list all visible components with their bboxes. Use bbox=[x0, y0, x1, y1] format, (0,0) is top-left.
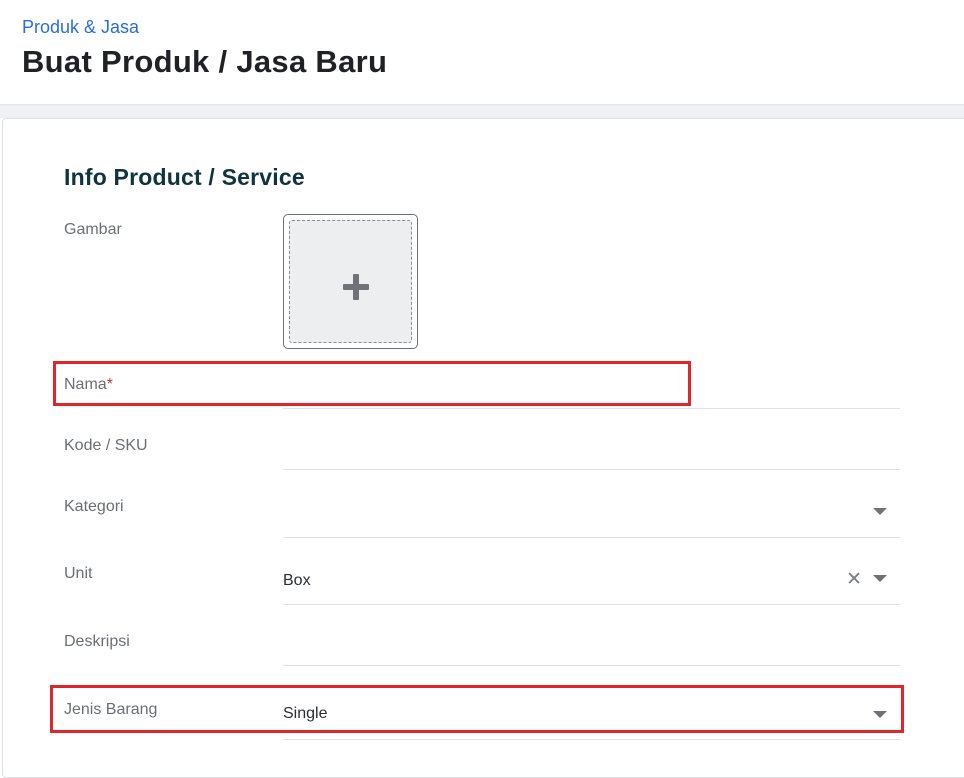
gambar-label: Gambar bbox=[64, 221, 122, 238]
unit-value: Box bbox=[283, 572, 311, 589]
kategori-label: Kategori bbox=[64, 498, 124, 515]
deskripsi-label: Deskripsi bbox=[64, 633, 130, 650]
required-asterisk: * bbox=[106, 376, 113, 393]
jenis-barang-select[interactable]: Single bbox=[283, 695, 900, 740]
chevron-down-icon[interactable] bbox=[873, 575, 887, 582]
section-title: Info Product / Service bbox=[64, 164, 305, 190]
breadcrumb-link[interactable]: Produk & Jasa bbox=[22, 17, 139, 38]
jenis-barang-label: Jenis Barang bbox=[64, 701, 158, 718]
page-title: Buat Produk / Jasa Baru bbox=[22, 44, 388, 79]
jenis-barang-value: Single bbox=[283, 705, 328, 722]
kode-sku-label: Kode / SKU bbox=[64, 437, 148, 454]
deskripsi-textarea[interactable] bbox=[283, 626, 900, 666]
page-header: Produk & Jasa Buat Produk / Jasa Baru bbox=[0, 0, 964, 104]
kode-sku-input[interactable] bbox=[283, 434, 900, 470]
unit-label: Unit bbox=[64, 565, 93, 582]
nama-label-text: Nama bbox=[64, 376, 107, 393]
chevron-down-icon[interactable] bbox=[873, 711, 887, 718]
clear-icon[interactable]: ✕ bbox=[846, 570, 862, 589]
chevron-down-icon[interactable] bbox=[873, 508, 887, 515]
image-upload-dropzone bbox=[289, 220, 412, 343]
image-upload-button[interactable] bbox=[283, 214, 418, 349]
kategori-select[interactable] bbox=[283, 494, 900, 538]
nama-label: Nama* bbox=[64, 376, 113, 394]
unit-select[interactable]: Box ✕ bbox=[283, 562, 900, 605]
header-divider bbox=[0, 104, 964, 118]
nama-input[interactable] bbox=[283, 372, 900, 409]
plus-icon bbox=[343, 274, 369, 300]
